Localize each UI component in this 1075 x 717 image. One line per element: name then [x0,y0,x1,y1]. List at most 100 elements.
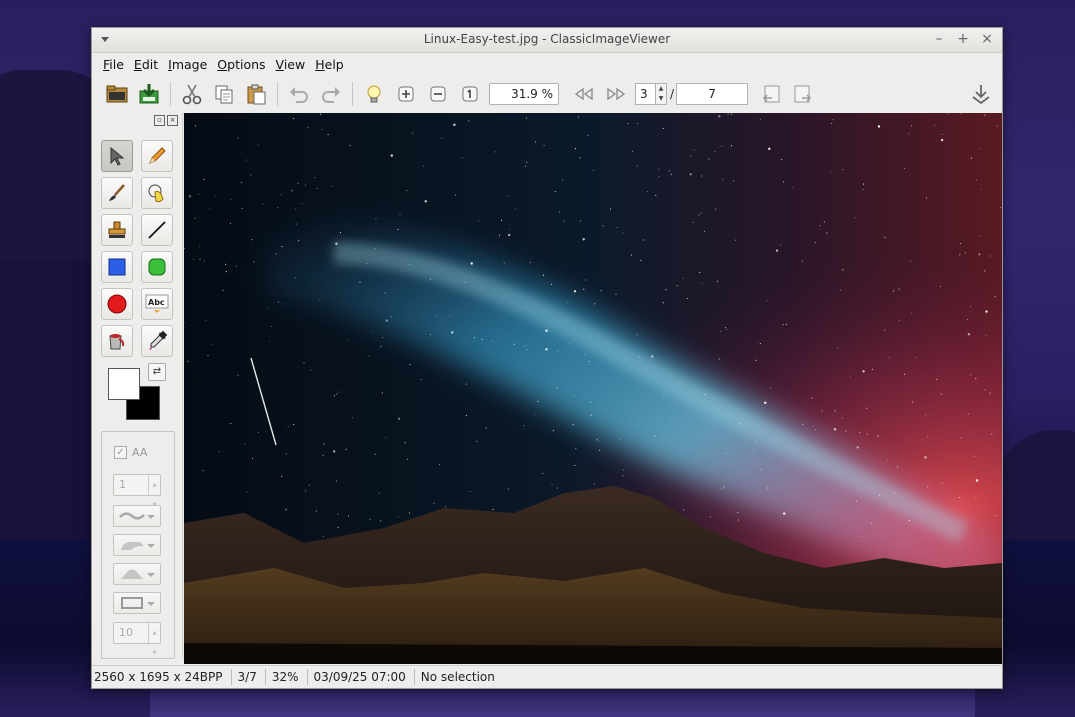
tool-rectangle[interactable] [101,251,133,283]
pen-shape-combo[interactable] [113,563,161,585]
menu-view[interactable]: View [271,57,311,72]
star [775,249,779,252]
page-spinner[interactable]: ▲ ▼ [655,83,667,105]
rotate-left-button[interactable] [758,81,784,107]
star [524,165,527,167]
menu-file[interactable]: File [98,57,129,72]
close-button[interactable]: × [980,31,994,47]
panel-float-button[interactable]: ▫ [154,115,165,126]
menu-options[interactable]: Options [212,57,270,72]
star [481,338,483,340]
star [314,176,316,178]
star [898,320,900,322]
tool-pencil[interactable] [141,140,173,172]
star [739,423,741,425]
star [514,208,516,210]
star [668,170,670,172]
star [199,245,201,247]
star [205,319,207,321]
menu-edit[interactable]: Edit [129,57,163,72]
spin-up-icon[interactable]: ▲ [153,475,157,495]
star [833,428,837,431]
download-button[interactable] [968,81,994,107]
zoom-input[interactable]: 31.9 % [489,83,559,105]
tool-hand[interactable] [141,177,173,209]
spin-down-icon[interactable]: ▼ [153,643,157,663]
image-canvas[interactable] [184,113,1002,664]
star [821,410,823,412]
line-style-combo[interactable] [113,505,161,527]
tool-color-picker[interactable] [141,325,173,357]
hint-button[interactable] [361,81,387,107]
spin-down-icon[interactable]: ▼ [659,96,664,102]
last-page-button[interactable] [603,81,629,107]
star [841,417,843,419]
star [759,118,761,120]
star [380,346,382,348]
star [315,510,317,512]
zoom-in-button[interactable] [393,81,419,107]
save-button[interactable] [136,81,162,107]
size-spinner[interactable]: 10 ▲ ▼ [113,622,161,656]
page-number-input[interactable]: 3 [635,83,655,105]
page-total-field: 7 [676,83,749,105]
menu-help[interactable]: Help [310,57,349,72]
minimize-button[interactable]: – [932,31,946,47]
zoom-out-button[interactable] [425,81,451,107]
star [225,263,227,265]
first-page-button[interactable] [571,81,597,107]
actual-size-button[interactable] [457,81,483,107]
panel-close-button[interactable]: × [167,115,178,126]
star [282,303,284,305]
cut-button[interactable] [179,81,205,107]
star [590,401,592,403]
paste-button[interactable] [243,81,269,107]
swap-colors-button[interactable]: ⇄ [148,363,166,381]
width-spinner[interactable]: 1 ▲▼ [113,474,161,508]
copy-button[interactable] [211,81,237,107]
spin-up-icon[interactable]: ▲ [153,623,157,643]
tool-select[interactable] [101,140,133,172]
maximize-button[interactable]: + [956,31,970,47]
star [704,394,706,396]
star [888,357,890,359]
star [989,392,991,394]
tool-line[interactable] [141,214,173,246]
star [303,362,305,364]
tool-brush[interactable] [101,177,133,209]
tool-fill[interactable] [101,325,133,357]
star [908,132,910,134]
shape-style-combo[interactable] [113,592,161,614]
star [464,281,466,283]
antialias-option[interactable]: ✓ AA [114,446,147,459]
star [967,333,971,336]
star [636,334,638,336]
spin-up-icon[interactable]: ▲ [659,86,664,92]
tool-rounded-rectangle[interactable] [141,251,173,283]
title-bar[interactable]: Linux-Easy-test.jpg - ClassicImageViewer… [92,28,1002,53]
star [235,265,237,267]
open-button[interactable] [104,81,130,107]
star [701,282,703,284]
star [985,310,988,313]
star [561,179,564,181]
antialias-label: AA [132,446,148,459]
redo-button[interactable] [318,81,344,107]
zoom-in-icon [398,86,414,102]
tool-stamp[interactable] [101,214,133,246]
foreground-color[interactable] [108,368,140,400]
star [537,400,539,402]
star [814,241,816,244]
undo-button[interactable] [286,81,312,107]
star [925,414,927,416]
star [734,239,736,241]
menu-image[interactable]: Image [163,57,212,72]
star [871,368,873,370]
star [322,536,324,538]
tool-ellipse[interactable] [101,288,133,320]
antialias-checkbox[interactable]: ✓ [114,446,127,459]
brush-shape-combo[interactable] [113,534,161,556]
rotate-right-button[interactable] [790,81,816,107]
tool-text[interactable]: Abc [141,288,173,320]
star [893,290,895,292]
